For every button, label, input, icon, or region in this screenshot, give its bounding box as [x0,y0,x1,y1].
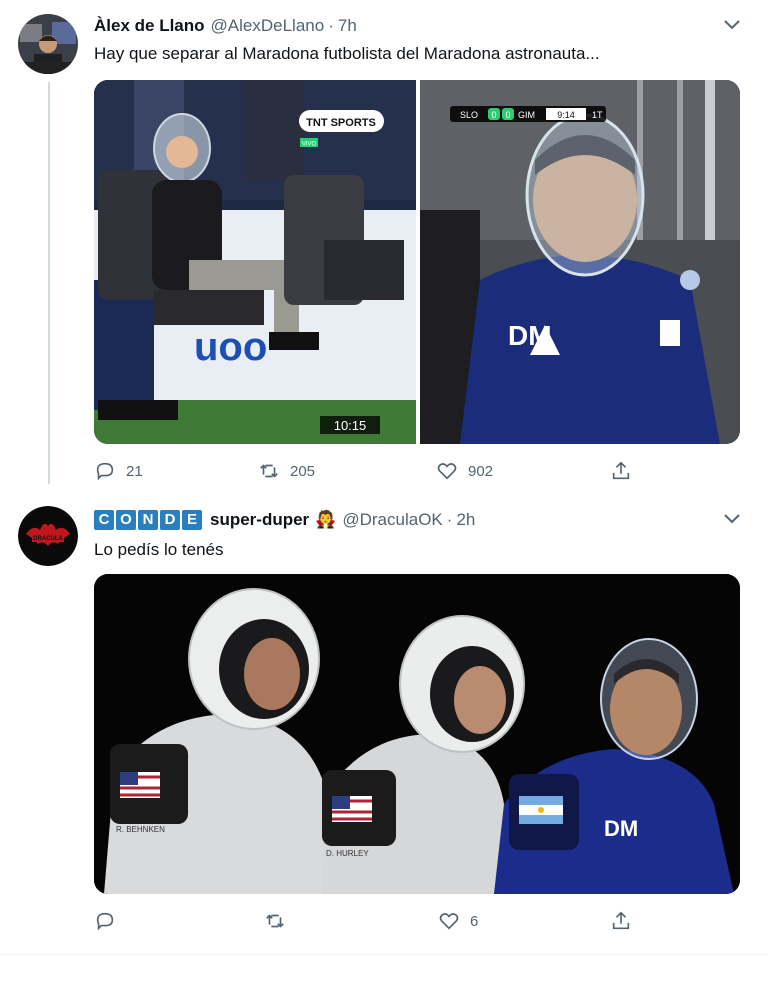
name-tag-hurley: D. HURLEY [326,849,369,858]
like-button[interactable]: 902 [436,458,493,484]
media-right-image[interactable]: DM SLO 0 0 GIM 9:14 1T [420,80,740,444]
astronauts-photo: R. BEHNKEN D. HURLEY DM [94,574,740,894]
tweet-text: Lo pedís lo tenés [94,540,224,559]
like-count: 902 [468,462,494,480]
conde-letter: O [116,510,136,530]
tnt-sports-logo: TNT SPORTS [306,117,376,129]
score-home-team: SLO [460,110,478,120]
tweet-media[interactable]: R. BEHNKEN D. HURLEY DM [94,574,740,894]
like-button[interactable]: 6 [438,908,478,934]
tweet-header: Àlex de Llano @AlexDeLlano · 7h [94,14,357,38]
name-tag-behnken: R. BEHNKEN [116,825,165,834]
score-away-goals: 0 [505,110,510,120]
divider [0,954,768,955]
svg-text:DRACULA: DRACULA [33,536,63,542]
maradona-visor-photo: DM SLO 0 0 GIM 9:14 1T [420,80,740,444]
share-icon [612,911,630,930]
chevron-down-icon[interactable] [720,506,744,530]
display-name[interactable]: Àlex de Llano [94,16,205,36]
avatar-image: DRACULA [18,506,78,566]
tweet-actions: 21 205 902 [94,458,654,484]
retweet-icon [260,464,278,478]
live-label: VIVO [302,142,317,148]
retweet-icon [266,914,284,928]
separator-dot: · [328,16,334,35]
heart-icon [437,463,457,480]
retweet-count: 205 [290,462,316,480]
clock-readout: 10:15 [334,418,367,433]
avatar-alex[interactable] [18,14,78,74]
share-icon [612,461,630,480]
reply-icon [96,912,114,931]
thread-line [48,82,50,484]
tweet-2[interactable]: DRACULA C O N D E super-duper 🧛 @Dracula… [0,496,768,954]
match-half: 1T [592,110,603,120]
handle[interactable]: @AlexDeLlano [211,16,325,36]
retweet-button[interactable] [264,908,296,934]
svg-text:uoo: uoo [194,325,267,369]
shirt-initials-blue: DM [604,816,638,841]
reply-button[interactable] [94,908,126,934]
tweet-text: Hay que separar al Maradona futbolista d… [94,44,600,63]
chevron-down-icon[interactable] [720,12,744,36]
reply-icon [96,462,114,481]
share-button[interactable] [610,458,632,484]
display-name[interactable]: super-duper [210,510,309,530]
stadium-bench-photo: uoo TNT SPORTS VIVO 10:15 [94,80,416,444]
reply-button[interactable]: 21 [94,458,143,484]
score-home-goals: 0 [491,110,496,120]
vampire-emoji: 🧛 [315,510,337,530]
conde-letter: E [182,510,202,530]
tweet-media[interactable]: uoo TNT SPORTS VIVO 10:15 DM SLO 0 0 GIM… [94,80,740,444]
match-time: 9:14 [557,110,575,120]
avatar-dracula[interactable]: DRACULA [18,506,78,566]
heart-icon [439,913,459,930]
handle[interactable]: @DraculaOK [342,510,442,530]
retweet-button[interactable]: 205 [258,458,315,484]
tweet-actions: 6 [94,908,654,934]
display-name-conde[interactable]: C O N D E [94,510,204,530]
conde-letter: D [160,510,180,530]
tweet-header: C O N D E super-duper 🧛 @DraculaOK · 2h [94,508,475,532]
share-button[interactable] [610,908,632,934]
score-away-team: GIM [518,110,535,120]
like-count: 6 [470,912,479,930]
avatar-image [18,14,78,74]
media-left-image[interactable]: uoo TNT SPORTS VIVO 10:15 [94,80,416,444]
separator-dot: · [446,510,453,529]
timestamp[interactable]: 7h [338,16,357,36]
conde-letter: C [94,510,114,530]
conde-letter: N [138,510,158,530]
reply-count: 21 [126,462,143,480]
timestamp[interactable]: 2h [456,510,475,530]
tweet-1[interactable]: Àlex de Llano @AlexDeLlano · 7h Hay que … [0,0,768,490]
